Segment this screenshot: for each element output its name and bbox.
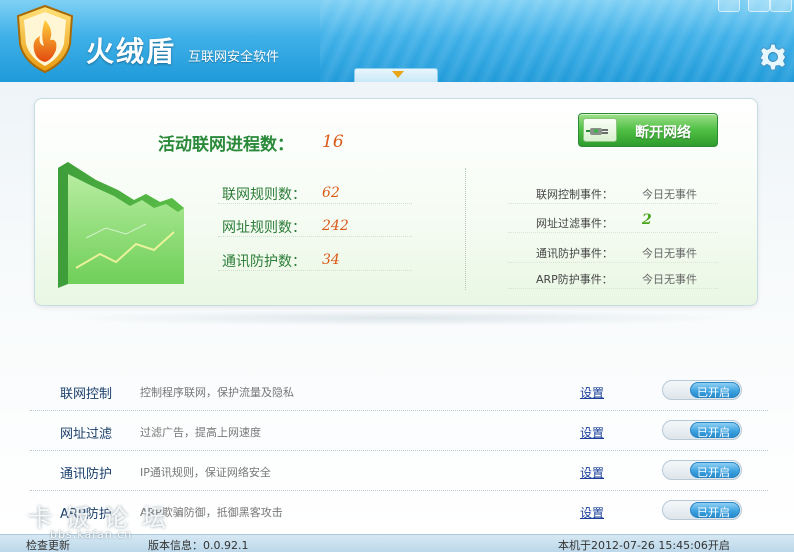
event-label: ARP防护事件： — [536, 273, 613, 286]
stat-label: 通讯防护数： — [222, 254, 306, 270]
stat-row-comm-protect: 通讯防护数： 34 — [218, 249, 412, 271]
feature-toggle[interactable]: 已开启 — [662, 500, 742, 520]
event-row-arp-protect: ARP防护事件： 今日无事件 — [508, 267, 718, 289]
event-value: 今日无事件 — [642, 273, 697, 286]
toggle-status: 已开启 — [697, 466, 730, 479]
active-process-label: 活动联网进程数： — [158, 135, 294, 155]
app-subtitle: 互联网安全软件 — [188, 50, 280, 65]
feature-toggle[interactable]: 已开启 — [662, 380, 742, 400]
event-row-url-filter: 网址过滤事件： 2 — [508, 211, 718, 233]
disconnect-network-button[interactable]: 断开网络 — [578, 113, 718, 147]
event-value: 今日无事件 — [642, 188, 697, 201]
collapse-handle[interactable] — [354, 68, 438, 82]
feature-name: 网址过滤 — [60, 427, 113, 442]
event-value: 今日无事件 — [642, 247, 697, 260]
feature-desc: IP通讯规则，保证网络安全 — [140, 466, 271, 479]
event-row-comm-protect: 通讯防护事件： 今日无事件 — [508, 241, 718, 263]
settings-link[interactable]: 设置 — [580, 464, 604, 481]
feature-desc: 过滤广告，提高上网速度 — [140, 426, 261, 439]
feature-name: 联网控制 — [60, 387, 113, 402]
toggle-status: 已开启 — [697, 506, 730, 519]
feature-toggle[interactable]: 已开启 — [662, 420, 742, 440]
stat-row-url-rules: 网址规则数： 242 — [218, 215, 412, 237]
toggle-status: 已开启 — [697, 386, 730, 399]
event-label: 网址过滤事件： — [536, 217, 613, 230]
shield-logo-icon — [16, 4, 74, 74]
close-button[interactable] — [770, 0, 792, 12]
feature-toggle[interactable]: 已开启 — [662, 460, 742, 480]
feature-desc: 控制程序联网，保护流量及隐私 — [140, 386, 294, 399]
stat-label: 联网规则数： — [222, 187, 306, 203]
plug-icon — [583, 118, 617, 142]
version-info: 版本信息：0.0.92.1 — [148, 539, 249, 552]
feature-row-network-control: 联网控制 控制程序联网，保护流量及隐私 设置 已开启 — [30, 371, 768, 411]
settings-link[interactable]: 设置 — [580, 424, 604, 441]
stat-value: 242 — [322, 218, 349, 234]
toggle-status: 已开启 — [697, 426, 730, 439]
chevron-down-icon — [392, 71, 404, 78]
active-process-count: 16 — [322, 132, 344, 152]
minimize-button[interactable] — [718, 0, 740, 12]
settings-link[interactable]: 设置 — [580, 504, 604, 521]
disconnect-label: 断开网络 — [635, 125, 691, 141]
watermark-url: bbs.kafan.cn — [50, 528, 133, 541]
stat-label: 网址规则数： — [222, 220, 306, 236]
feature-row-url-filter: 网址过滤 过滤广告，提高上网速度 设置 已开启 — [30, 411, 768, 451]
traffic-chart-graphic — [58, 162, 184, 288]
stat-value: 62 — [322, 185, 340, 201]
gear-icon[interactable] — [758, 42, 788, 72]
stat-value: 34 — [322, 252, 340, 268]
feature-row-comm-protect: 通讯防护 IP通讯规则，保证网络安全 设置 已开启 — [30, 451, 768, 491]
card-shadow — [60, 310, 740, 326]
stat-row-network-rules: 联网规则数： 62 — [218, 182, 412, 204]
menu-button[interactable] — [748, 0, 770, 12]
event-label: 联网控制事件： — [536, 188, 613, 201]
event-label: 通讯防护事件： — [536, 247, 613, 260]
app-title: 火绒盾 — [86, 35, 177, 68]
settings-link[interactable]: 设置 — [580, 384, 604, 401]
event-row-network-control: 联网控制事件： 今日无事件 — [508, 182, 718, 204]
event-value: 2 — [642, 212, 652, 228]
boot-time: 本机于2012-07-26 15:45:06开启 — [558, 539, 730, 552]
divider — [465, 168, 466, 290]
feature-name: 通讯防护 — [60, 467, 113, 482]
